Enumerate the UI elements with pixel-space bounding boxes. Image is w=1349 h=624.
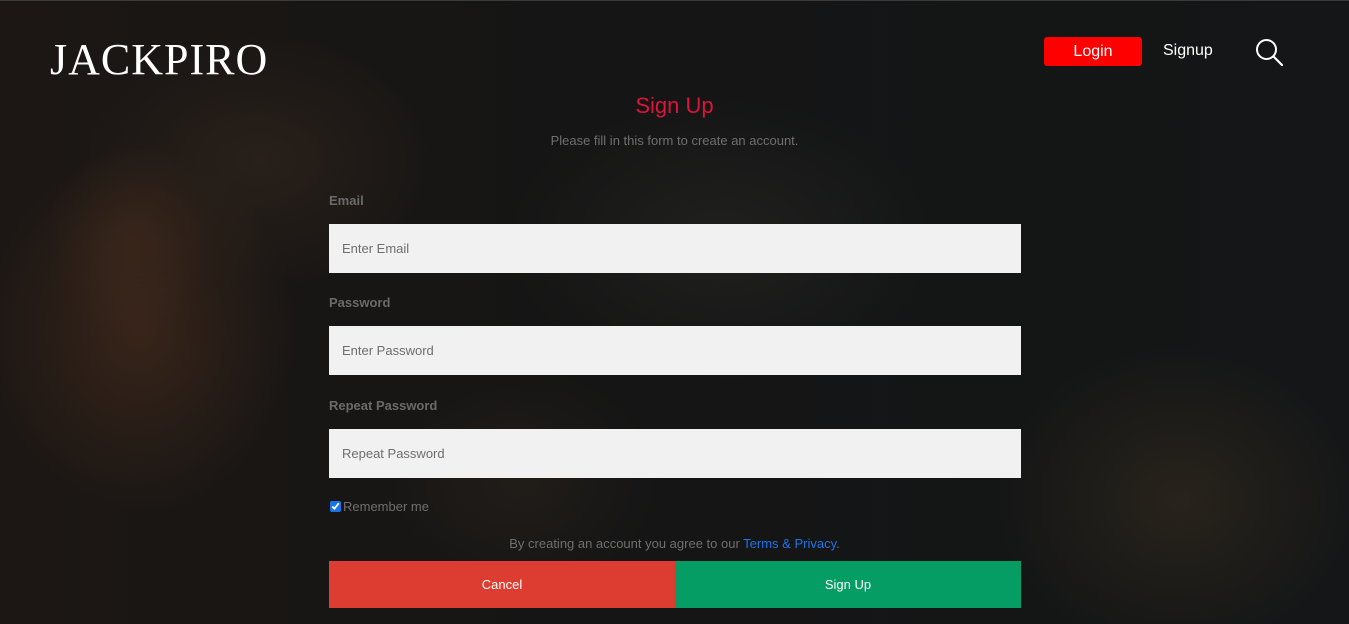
site-logo[interactable]: JACKPIRO xyxy=(50,34,268,86)
terms-text: By creating an account you agree to our xyxy=(509,536,744,551)
form-title: Sign Up xyxy=(635,93,714,118)
repeat-password-field[interactable] xyxy=(329,429,1021,478)
terms-period: . xyxy=(836,536,840,551)
password-field[interactable] xyxy=(329,326,1021,375)
remember-me[interactable]: Remember me xyxy=(329,499,429,514)
signup-nav-link[interactable]: Signup xyxy=(1163,40,1213,62)
repeat-password-label: Repeat Password xyxy=(329,398,438,413)
remember-me-label: Remember me xyxy=(343,499,429,514)
top-border xyxy=(0,0,1349,1)
remember-me-checkbox[interactable] xyxy=(330,501,341,512)
cancel-button[interactable]: Cancel xyxy=(329,561,675,608)
search-icon[interactable] xyxy=(1254,37,1284,67)
email-field[interactable] xyxy=(329,224,1021,273)
email-label: Email xyxy=(329,193,364,208)
terms-privacy-link[interactable]: Terms & Privacy xyxy=(743,536,836,551)
sign-up-submit-button[interactable]: Sign Up xyxy=(675,561,1021,608)
terms-notice: By creating an account you agree to our … xyxy=(0,535,1349,552)
password-label: Password xyxy=(329,295,391,310)
form-subtitle: Please fill in this form to create an ac… xyxy=(550,133,799,148)
login-button[interactable]: Login xyxy=(1044,37,1142,66)
